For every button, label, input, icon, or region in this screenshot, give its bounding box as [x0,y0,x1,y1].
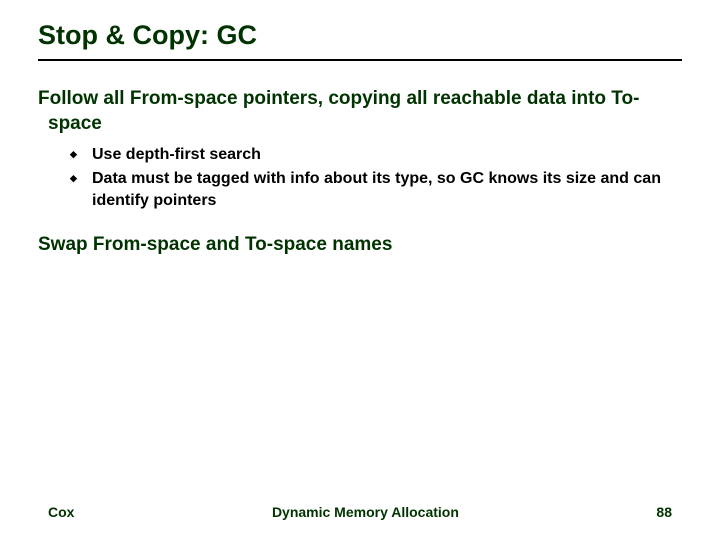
slide-title: Stop & Copy: GC [38,20,682,61]
footer-title: Dynamic Memory Allocation [272,504,459,520]
slide: Stop & Copy: GC Follow all From-space po… [0,0,720,540]
list-item: Use depth-first search [70,144,682,166]
main-point: Follow all From-space pointers, copying … [38,87,682,136]
main-point: Swap From-space and To-space names [38,233,682,258]
page-number: 88 [656,504,672,520]
footer-author: Cox [48,504,74,520]
sub-list: Use depth-first search Data must be tagg… [70,144,682,211]
list-item: Data must be tagged with info about its … [70,168,682,211]
slide-footer: Cox Dynamic Memory Allocation 88 [0,504,720,520]
